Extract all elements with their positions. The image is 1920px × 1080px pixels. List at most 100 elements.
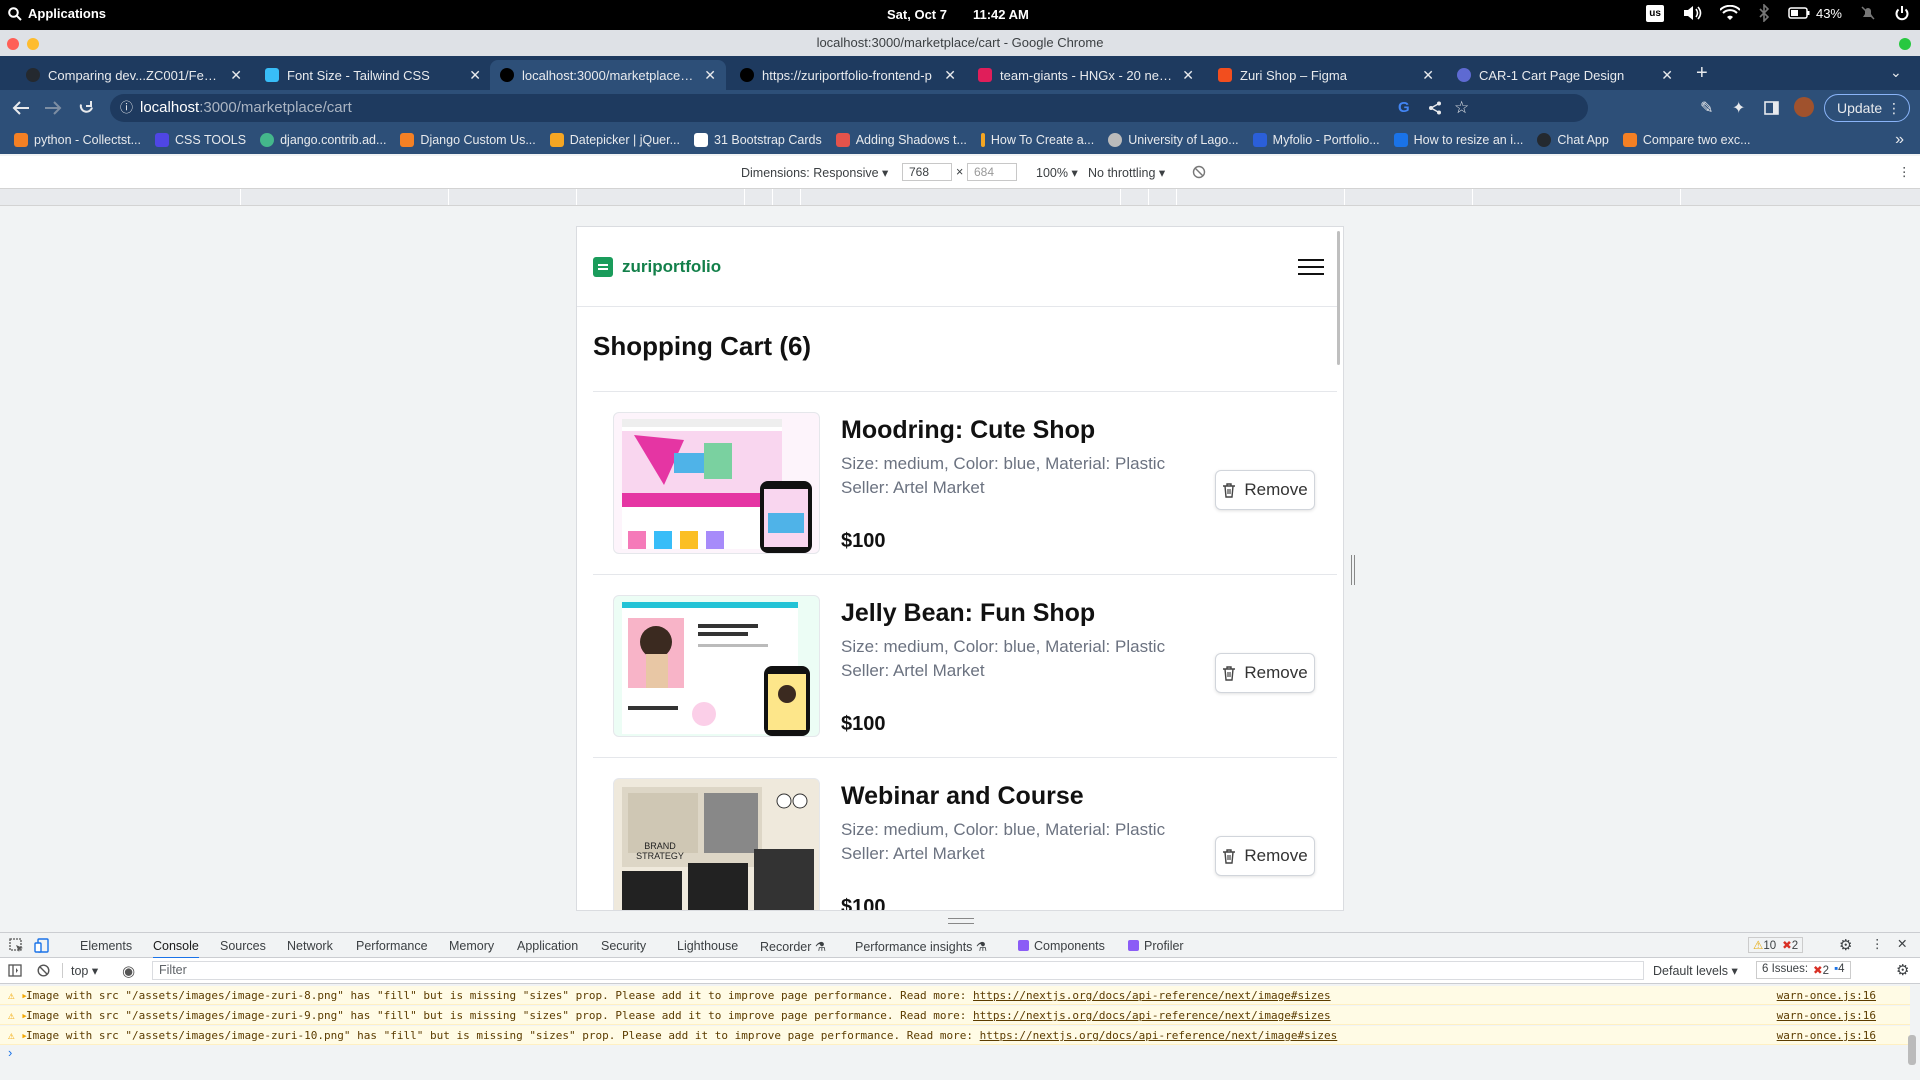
console-filter-input[interactable]: Filter	[152, 961, 1644, 980]
context-select[interactable]: top ▾	[62, 963, 98, 978]
console-warning-row[interactable]: ⚠ ▸ Image with src "/assets/images/image…	[0, 986, 1910, 1005]
close-icon[interactable]: ✕	[1182, 67, 1194, 84]
close-icon[interactable]: ✕	[704, 67, 716, 84]
console-settings-gear-icon[interactable]: ⚙	[1896, 961, 1909, 979]
keyboard-layout[interactable]: us	[1646, 4, 1664, 22]
issue-counter[interactable]: ⚠10 ✖2	[1748, 937, 1804, 953]
docs-link[interactable]: https://nextjs.org/docs/api-reference/ne…	[973, 989, 1331, 1002]
new-tab-icon[interactable]: +	[1696, 62, 1708, 85]
tab-lighthouse[interactable]: Lighthouse	[677, 939, 738, 953]
close-icon[interactable]: ✕	[1422, 67, 1434, 84]
battery-indicator[interactable]: 43%	[1788, 6, 1842, 21]
product-thumbnail[interactable]	[613, 412, 820, 554]
bookmark-item[interactable]: Adding Shadows t...	[835, 133, 967, 147]
product-name[interactable]: Webinar and Course	[841, 782, 1084, 811]
profile-avatar[interactable]	[1794, 97, 1814, 117]
browser-tab[interactable]: team-giants - HNGx - 20 new i ✕	[968, 60, 1204, 90]
site-logo[interactable]: zuriportfolio	[593, 257, 721, 277]
hamburger-menu-icon[interactable]	[1298, 259, 1324, 277]
bookmark-item[interactable]: CSS TOOLS	[155, 133, 246, 147]
media-query-ruler[interactable]	[0, 188, 1920, 206]
browser-tab[interactable]: https://zuriportfolio-frontend-p ✕	[730, 60, 966, 90]
docs-link[interactable]: https://nextjs.org/docs/api-reference/ne…	[973, 1009, 1331, 1022]
tab-console[interactable]: Console	[153, 939, 199, 959]
bookmark-item[interactable]: Compare two exc...	[1622, 133, 1751, 147]
bookmark-item[interactable]: How To Create a...	[980, 133, 1094, 147]
applications-menu[interactable]: Applications	[8, 6, 106, 21]
settings-gear-icon[interactable]: ⚙	[1839, 936, 1852, 954]
browser-tab[interactable]: Comparing dev...ZC001/Feat/C ✕	[16, 60, 252, 90]
product-thumbnail[interactable]	[613, 595, 820, 737]
volume-icon[interactable]	[1682, 4, 1702, 22]
viewport-bottom-resize-handle[interactable]	[948, 918, 974, 924]
console-warning-row[interactable]: ⚠ ▸ Image with src "/assets/images/image…	[0, 1026, 1910, 1045]
clock[interactable]: Sat, Oct 7 11:42 AM	[887, 7, 1029, 22]
page-scrollbar[interactable]	[1337, 231, 1340, 365]
minimize-window-button[interactable]	[27, 38, 39, 50]
inspect-element-icon[interactable]	[9, 938, 24, 953]
bookmark-item[interactable]: University of Lago...	[1108, 133, 1239, 147]
back-icon[interactable]	[12, 100, 30, 116]
zoom-select[interactable]: 100% ▾	[1036, 165, 1078, 180]
tab-network[interactable]: Network	[287, 939, 333, 953]
bookmark-item[interactable]: python - Collectst...	[14, 133, 141, 147]
console-warning-row[interactable]: ⚠ ▸ Image with src "/assets/images/image…	[0, 1006, 1910, 1025]
throttling-select[interactable]: No throttling ▾	[1088, 165, 1165, 180]
share-icon[interactable]	[1428, 101, 1442, 115]
pen-extension-icon[interactable]: ✎	[1700, 98, 1713, 118]
live-expression-eye-icon[interactable]: ◉	[122, 962, 135, 980]
google-lens-icon[interactable]: G	[1398, 94, 1410, 122]
reload-icon[interactable]	[78, 99, 95, 116]
bookmark-item[interactable]: Chat App	[1537, 133, 1609, 147]
tab-recorder[interactable]: Recorder ⚗	[760, 939, 826, 954]
dimensions-select[interactable]: Dimensions: Responsive ▾	[741, 165, 888, 180]
width-input[interactable]: 768	[902, 163, 952, 181]
docs-link[interactable]: https://nextjs.org/docs/api-reference/ne…	[980, 1029, 1338, 1042]
forward-icon[interactable]	[44, 100, 62, 116]
close-window-button[interactable]	[7, 38, 19, 50]
tab-performance-insights[interactable]: Performance insights ⚗	[855, 939, 987, 954]
source-link[interactable]: warn-once.js:16	[1777, 1026, 1876, 1045]
tab-application[interactable]: Application	[517, 939, 578, 953]
tab-profiler[interactable]: Profiler	[1128, 939, 1184, 953]
more-bookmarks-icon[interactable]: »	[1895, 131, 1904, 149]
close-icon[interactable]: ✕	[1661, 67, 1673, 84]
bluetooth-icon[interactable]	[1758, 4, 1770, 22]
device-toggle-icon[interactable]	[34, 938, 49, 953]
device-more-icon[interactable]: ⋮	[1898, 164, 1911, 179]
bookmark-item[interactable]: How to resize an i...	[1393, 133, 1523, 147]
tab-memory[interactable]: Memory	[449, 939, 494, 953]
remove-button[interactable]: Remove	[1215, 470, 1315, 510]
remove-button[interactable]: Remove	[1215, 653, 1315, 693]
tab-search-icon[interactable]: ⌄	[1890, 64, 1902, 81]
sidebar-toggle-icon[interactable]	[8, 964, 22, 977]
maximize-window-button[interactable]	[1899, 38, 1911, 50]
product-name[interactable]: Jelly Bean: Fun Shop	[841, 599, 1095, 628]
source-link[interactable]: warn-once.js:16	[1777, 986, 1876, 1005]
devtools-more-icon[interactable]: ⋮	[1871, 936, 1884, 951]
bookmark-item[interactable]: Myfolio - Portfolio...	[1252, 133, 1380, 147]
address-bar[interactable]: ⓘ localhost:3000/marketplace/cart G ☆	[110, 94, 1588, 122]
close-icon[interactable]: ✕	[230, 67, 242, 84]
bookmark-item[interactable]: 31 Bootstrap Cards	[694, 133, 822, 147]
browser-tab[interactable]: Zuri Shop – Figma ✕	[1208, 60, 1444, 90]
bookmark-star-icon[interactable]: ☆	[1454, 94, 1469, 122]
close-icon[interactable]: ✕	[944, 67, 956, 84]
bookmark-item[interactable]: Django Custom Us...	[400, 133, 536, 147]
source-link[interactable]: warn-once.js:16	[1777, 1006, 1876, 1025]
log-levels-select[interactable]: Default levels ▾	[1653, 963, 1738, 978]
clear-console-icon[interactable]	[37, 964, 50, 977]
side-panel-icon[interactable]	[1764, 101, 1779, 115]
product-name[interactable]: Moodring: Cute Shop	[841, 416, 1095, 445]
issues-button[interactable]: 6 Issues: ✖2 ▪4	[1756, 961, 1851, 979]
power-icon[interactable]	[1894, 5, 1910, 21]
tab-performance[interactable]: Performance	[356, 939, 428, 953]
site-info-icon[interactable]: ⓘ	[120, 94, 133, 122]
bookmark-item[interactable]: Datepicker | jQuer...	[549, 133, 680, 147]
wifi-icon[interactable]	[1719, 5, 1740, 21]
tab-elements[interactable]: Elements	[80, 939, 132, 953]
console-prompt-icon[interactable]: ›	[8, 1045, 12, 1060]
notifications-muted-icon[interactable]	[1860, 5, 1876, 21]
height-input[interactable]: 684	[967, 163, 1017, 181]
browser-tab[interactable]: CAR-1 Cart Page Design ✕	[1447, 60, 1683, 90]
